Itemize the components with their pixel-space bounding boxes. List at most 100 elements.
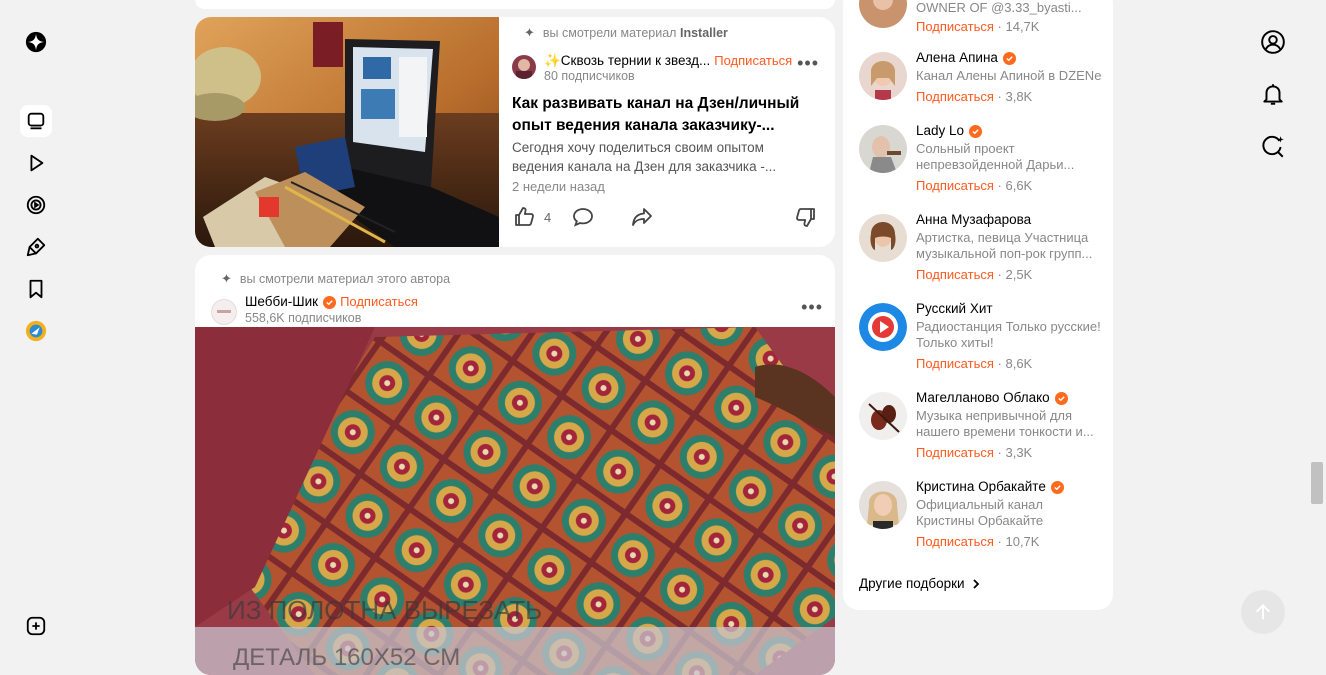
seen-author-row: ✦ вы смотрели материал этого автора [221,271,451,286]
seen-source-row: ✦ вы смотрели материал Installer [524,25,728,40]
channel-description: Радиостанция Только русские! [916,319,1101,334]
video-card[interactable]: ✦ вы смотрели материал этого автора Шебб… [195,255,835,675]
arrow-up-icon [1256,604,1270,620]
search-sparkle-icon[interactable] [1252,126,1294,168]
subscribe-button[interactable]: Подписаться [340,293,418,311]
channel-avatar[interactable] [859,52,907,100]
subscriber-count: 558,6K подписчиков [245,311,362,325]
more-options-icon[interactable]: ••• [797,53,819,74]
verified-icon [1054,391,1068,405]
channel-description-line2: Кристины Орбакайте [916,513,1044,528]
subscriber-count: 10,7K [1005,534,1040,549]
left-navigation [0,0,72,658]
sparkle-icon: ✦ [221,271,232,286]
subscriber-count: 80 подписчиков [544,69,635,83]
share-button[interactable] [630,205,654,229]
channel-description-line2: нашего времени тонкости и... [916,424,1094,439]
more-collections-link[interactable]: Другие подборки [859,576,981,591]
channel-item[interactable]: Кристина Орбакайте Официальный канал Кри… [859,479,1105,561]
subscriber-count: 6,6K [1005,178,1033,193]
article-thumbnail[interactable] [195,17,499,247]
article-title[interactable]: Как развивать канал на Дзен/личный опыт … [512,93,812,137]
channel-item[interactable]: Lady Lo Сольный проект непревзойденной Д… [859,123,1105,205]
video-card-header: ✦ вы смотрели материал этого автора Шебб… [211,263,827,331]
channel-name[interactable]: Русский Хит [916,299,993,319]
notifications-icon[interactable] [1252,73,1294,115]
subscriber-count: 3,3K [1005,445,1033,460]
like-count: 4 [544,209,552,225]
verified-icon [969,124,983,138]
channel-avatar[interactable] [859,214,907,262]
channel-description-line2: Только хиты! [916,335,994,350]
subscribe-button[interactable]: Подписаться [916,356,994,371]
seen-source-name: Installer [679,26,728,40]
channel-item[interactable]: Русский Хит Радиостанция Только русские!… [859,301,1105,383]
sparkle-icon: ✦ [524,25,535,40]
scrollbar-thumb[interactable] [1311,462,1323,504]
channel-description: Сольный проект [916,141,1015,156]
like-button[interactable]: 4 [512,205,551,229]
publish-time: 2 недели назад [512,179,605,194]
subscriber-count: 2,5K [1005,267,1033,282]
feed-icon[interactable] [20,105,52,137]
subscriber-count: 3,8K [1005,89,1033,104]
profile-icon[interactable] [1252,21,1294,63]
channel-description: Официальный канал [916,497,1043,512]
channel-avatar[interactable] [859,481,907,529]
more-options-icon[interactable]: ••• [801,297,823,318]
subscribe-button[interactable]: Подписаться [916,19,994,34]
channel-item[interactable]: Алена Апина Канал Алены Апиной в DZENe П… [859,50,1105,132]
article-actions: 4 [512,205,823,235]
dislike-button[interactable] [794,205,818,229]
channel-item[interactable]: Магелланово Облако Музыка непривычной дл… [859,390,1105,472]
subscriber-count: 8,6K [1005,356,1033,371]
channel-avatar[interactable] [859,125,907,173]
video-icon[interactable] [20,147,52,179]
right-navigation [1252,0,1294,658]
subscribe-button[interactable]: Подписаться [916,534,994,549]
article-card[interactable]: ✦ вы смотрели материал Installer ✨Сквозь… [195,17,835,247]
channel-name[interactable]: ✨Сквозь тернии к звезд... [544,53,710,68]
bookmark-icon[interactable] [20,273,52,305]
channel-name[interactable]: Lady Lo [916,121,964,141]
zen-logo-icon[interactable] [20,26,52,58]
channel-avatar[interactable] [859,392,907,440]
radio-logo-icon[interactable] [859,303,907,351]
channel-avatar[interactable] [512,55,536,79]
add-icon[interactable] [20,610,52,642]
comment-button[interactable] [571,205,595,229]
article-body: ✦ вы смотрели материал Installer ✨Сквозь… [512,17,823,247]
video-preview[interactable]: ИЗ ПОЛОТНА ВЫРЕЗАТЬ ДЕТАЛЬ 160Х52 СМ [195,327,835,675]
channel-name[interactable]: Кристина Орбакайте [916,477,1046,497]
channel-name[interactable]: Шебби-Шик [245,293,318,311]
video-overlay-text-1: ИЗ ПОЛОТНА ВЫРЕЗАТЬ [227,595,542,625]
channel-item[interactable]: Анна Музафарова Артистка, певица Участни… [859,212,1105,294]
channel-description-line2: непревзойденной Дарьи... [916,157,1075,172]
channel-name[interactable]: Алена Апина [916,48,998,68]
channel-name[interactable]: Анна Музафарова [916,210,1031,230]
channel-avatar[interactable] [211,299,237,325]
scroll-to-top-button[interactable] [1241,590,1285,634]
subscriber-count: 14,7K [1005,19,1040,34]
channel-avatar-icon[interactable] [20,315,52,347]
verified-icon [323,295,337,309]
channel-name[interactable]: Магелланово Облако [916,388,1050,408]
channel-row: Шебби-Шик Подписаться 558,6K подписчиков… [211,293,827,325]
previous-card-stub [195,0,835,9]
verified-icon [1002,51,1016,65]
subscribe-button[interactable]: Подписаться [916,445,994,460]
subscribe-button[interactable]: Подписаться [916,178,994,193]
channel-avatar[interactable] [859,0,907,28]
page-scrollbar[interactable] [1310,0,1326,658]
channel-description: Музыка непривычной для [916,408,1073,423]
channel-description-line2: музыкальной поп-рок групп... [916,246,1093,261]
subscribe-button[interactable]: Подписаться [916,89,994,104]
subscribe-button[interactable]: Подписаться [916,267,994,282]
article-snippet: Сегодня хочу поделиться своим опытом вед… [512,140,777,174]
studio-icon[interactable] [20,231,52,263]
subscribe-button[interactable]: Подписаться [714,53,792,68]
channel-row: ✨Сквозь тернии к звезд... Подписаться 80 … [512,53,823,83]
channel-recommendations: OWNER OF @3.33_byasti... Подписаться · 1… [843,0,1113,610]
shorts-icon[interactable] [20,189,52,221]
channel-description: Канал Алены Апиной в DZENe [916,68,1102,83]
